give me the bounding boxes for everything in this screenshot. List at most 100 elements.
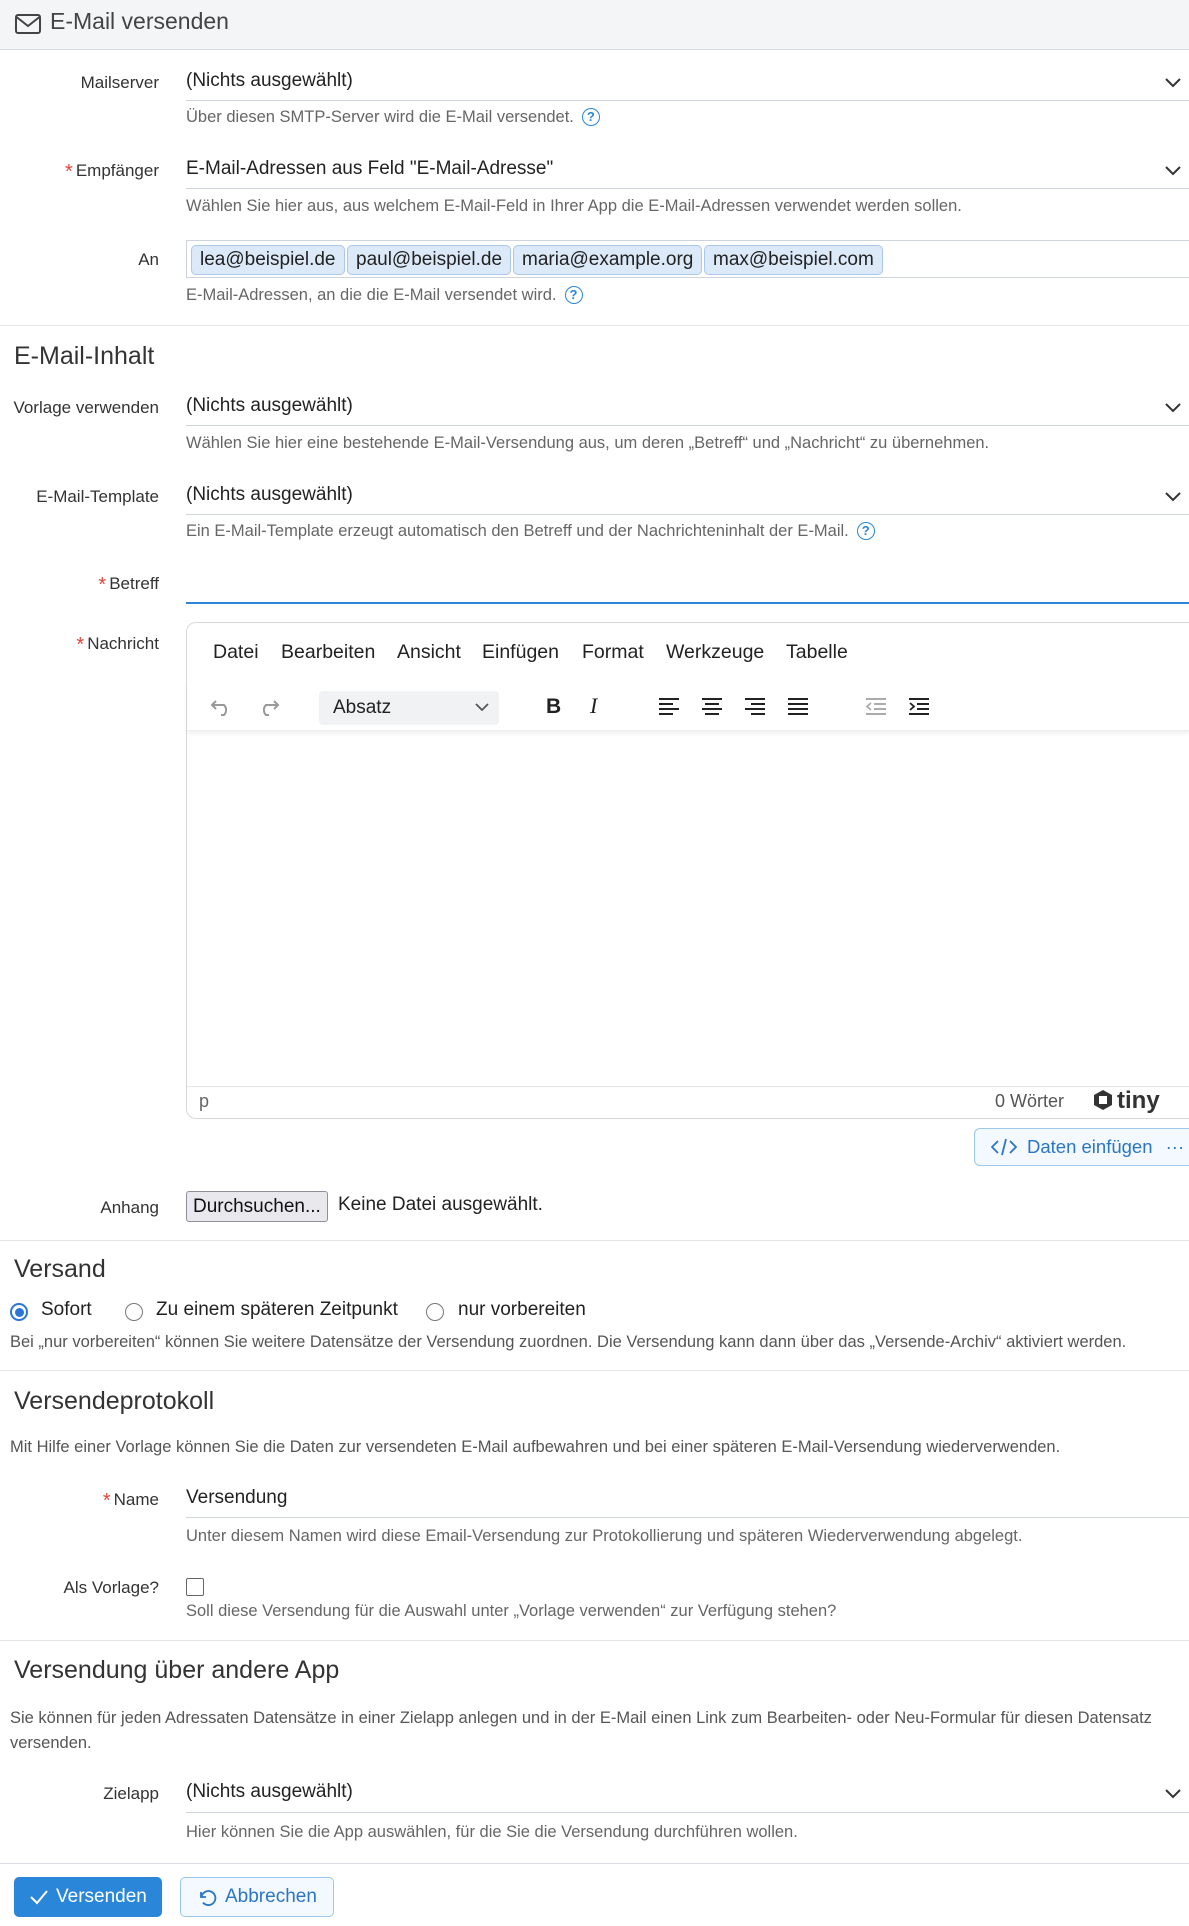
- als-vorlage-checkbox[interactable]: [186, 1578, 204, 1596]
- align-left-icon[interactable]: [654, 691, 684, 721]
- block-format-select[interactable]: Absatz: [319, 691, 499, 725]
- menu-tabelle[interactable]: Tabelle: [786, 641, 848, 664]
- zielapp-label: Zielapp: [103, 1784, 159, 1803]
- empfaenger-select[interactable]: E-Mail-Adressen aus Feld "E-Mail-Adresse…: [186, 158, 1189, 189]
- menu-bearbeiten[interactable]: Bearbeiten: [281, 641, 375, 664]
- menu-einfuegen[interactable]: Einfügen: [482, 641, 559, 664]
- section-heading-protokoll: Versendeprotokoll: [14, 1387, 215, 1415]
- name-input[interactable]: Versendung: [186, 1487, 1189, 1518]
- svg-text:I: I: [589, 693, 599, 718]
- send-button[interactable]: Versenden: [14, 1877, 162, 1917]
- vorlage-hint: Wählen Sie hier eine bestehende E-Mail-V…: [186, 434, 990, 452]
- italic-icon[interactable]: I: [580, 691, 610, 721]
- file-status: Keine Datei ausgewählt.: [338, 1194, 543, 1215]
- section-divider: [0, 1240, 1189, 1241]
- tiny-logo-icon: [1094, 1090, 1112, 1110]
- template-select[interactable]: (Nichts ausgewählt): [186, 484, 1189, 515]
- radio-vorbereiten-label[interactable]: nur vorbereiten: [458, 1299, 586, 1321]
- dialog-header: E-Mail versenden: [0, 0, 1189, 50]
- word-count[interactable]: 0 Wörter: [995, 1091, 1064, 1112]
- vorlage-label: Vorlage verwenden: [13, 398, 159, 417]
- help-icon[interactable]: ?: [856, 522, 875, 540]
- menu-datei[interactable]: Datei: [213, 641, 259, 664]
- protokoll-intro: Mit Hilfe einer Vorlage können Sie die D…: [10, 1438, 1061, 1456]
- more-options-icon[interactable]: ···: [1166, 1136, 1184, 1157]
- mailserver-value: (Nichts ausgewählt): [186, 70, 353, 91]
- empfaenger-label: * Empfänger: [65, 161, 159, 183]
- chevron-down-icon: [1165, 492, 1181, 502]
- envelope-icon: [15, 14, 41, 34]
- align-justify-icon[interactable]: [783, 691, 813, 721]
- mailserver-hint: Über diesen SMTP-Server wird die E-Mail …: [186, 108, 600, 127]
- andere-app-intro: Sie können für jeden Adressaten Datensät…: [10, 1709, 1152, 1752]
- bold-icon[interactable]: B: [538, 691, 568, 721]
- radio-sofort-label[interactable]: Sofort: [41, 1299, 92, 1321]
- chevron-down-icon: [1165, 403, 1181, 413]
- block-format-value: Absatz: [333, 697, 392, 718]
- menu-format[interactable]: Format: [582, 641, 644, 664]
- an-hint: E-Mail-Adressen, an die die E-Mail verse…: [186, 286, 583, 305]
- section-heading-versand: Versand: [14, 1255, 106, 1283]
- help-icon[interactable]: ?: [581, 108, 600, 126]
- an-label: An: [138, 250, 159, 269]
- tiny-logo[interactable]: tiny: [1092, 1087, 1160, 1115]
- chevron-down-icon: [1165, 78, 1181, 88]
- radio-sofort[interactable]: [10, 1303, 28, 1321]
- section-divider: [0, 1370, 1189, 1371]
- vorlage-value: (Nichts ausgewählt): [186, 395, 353, 416]
- nachricht-label: * Nachricht: [76, 634, 159, 656]
- recipient-tag[interactable]: lea@beispiel.de: [191, 245, 345, 275]
- redo-icon[interactable]: [253, 691, 283, 721]
- editor-content-area[interactable]: [187, 733, 1189, 1085]
- align-right-icon[interactable]: [740, 691, 770, 721]
- name-label: * Name: [102, 1490, 159, 1512]
- mailserver-select[interactable]: (Nichts ausgewählt): [186, 70, 1189, 101]
- editor-statusbar: p 0 Wörter tiny: [187, 1086, 1189, 1119]
- align-center-icon[interactable]: [697, 691, 727, 721]
- editor-toolbar: Absatz B I: [187, 683, 1189, 731]
- chevron-down-icon: [1165, 1789, 1181, 1799]
- empfaenger-hint: Wählen Sie hier aus, aus welchem E-Mail-…: [186, 197, 962, 215]
- recipients-tag-input[interactable]: lea@beispiel.de paul@beispiel.de maria@e…: [186, 240, 1189, 278]
- section-divider: [0, 325, 1189, 326]
- required-asterisk: *: [76, 634, 85, 656]
- rich-text-editor: Datei Bearbeiten Ansicht Einfügen Format…: [186, 622, 1189, 1119]
- betreff-input[interactable]: [186, 574, 1189, 604]
- indent-icon[interactable]: [904, 691, 934, 721]
- name-value: Versendung: [186, 1487, 288, 1508]
- outdent-icon[interactable]: [861, 691, 891, 721]
- section-divider: [0, 1640, 1189, 1641]
- help-icon[interactable]: ?: [564, 286, 583, 304]
- insert-data-button[interactable]: Daten einfügen ···: [974, 1128, 1189, 1166]
- recipient-tag[interactable]: paul@beispiel.de: [347, 245, 512, 275]
- menu-werkzeuge[interactable]: Werkzeuge: [666, 641, 764, 664]
- radio-spaeter-label[interactable]: Zu einem späteren Zeitpunkt: [156, 1299, 398, 1321]
- vorlage-select[interactable]: (Nichts ausgewählt): [186, 395, 1189, 426]
- cancel-button[interactable]: Abbrechen: [180, 1877, 334, 1917]
- template-label: E-Mail-Template: [36, 487, 159, 506]
- code-icon: [991, 1138, 1017, 1156]
- als-vorlage-hint: Soll diese Versendung für die Auswahl un…: [186, 1602, 837, 1620]
- undo-icon[interactable]: [207, 691, 237, 721]
- zielapp-select[interactable]: (Nichts ausgewählt): [186, 1781, 1189, 1813]
- required-asterisk: *: [98, 574, 107, 596]
- menu-ansicht[interactable]: Ansicht: [397, 641, 461, 664]
- radio-vorbereiten[interactable]: [426, 1303, 444, 1321]
- chevron-down-icon: [1165, 166, 1181, 176]
- element-path[interactable]: p: [199, 1091, 209, 1112]
- section-heading-inhalt: E-Mail-Inhalt: [14, 342, 155, 370]
- recipient-tag[interactable]: max@beispiel.com: [704, 245, 883, 275]
- section-heading-andere-app: Versendung über andere App: [14, 1656, 340, 1684]
- required-asterisk: *: [65, 161, 73, 183]
- empfaenger-value: E-Mail-Adressen aus Feld "E-Mail-Adresse…: [186, 158, 554, 179]
- template-value: (Nichts ausgewählt): [186, 484, 353, 505]
- betreff-label: * Betreff: [98, 574, 159, 596]
- recipient-tag[interactable]: maria@example.org: [513, 245, 703, 275]
- dialog-title: E-Mail versenden: [50, 8, 229, 34]
- required-asterisk: *: [102, 1490, 111, 1512]
- template-hint: Ein E-Mail-Template erzeugt automatisch …: [186, 522, 875, 541]
- radio-spaeter[interactable]: [125, 1303, 143, 1321]
- browse-file-button[interactable]: Durchsuchen...: [186, 1191, 328, 1222]
- anhang-label: Anhang: [100, 1198, 159, 1217]
- als-vorlage-label: Als Vorlage?: [63, 1578, 159, 1597]
